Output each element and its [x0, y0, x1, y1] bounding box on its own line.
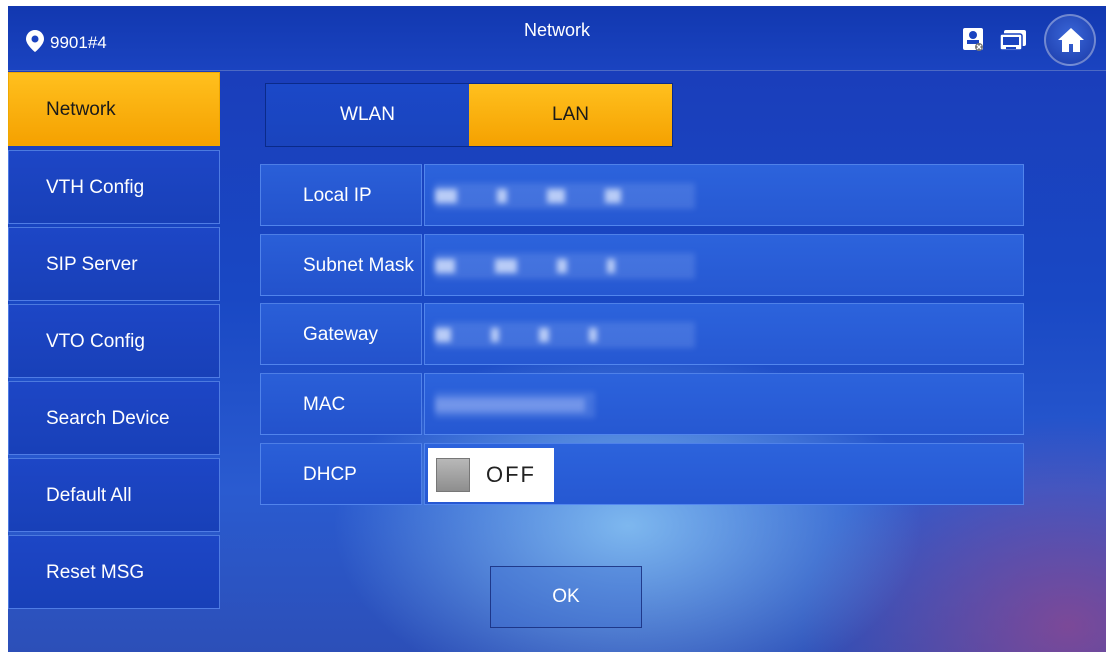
dhcp-toggle-state: OFF: [486, 462, 536, 487]
sidebar-item-vto-config[interactable]: VTO Config: [8, 304, 220, 378]
subnet-mask-field[interactable]: [424, 234, 1024, 296]
contact-status-icon[interactable]: [963, 28, 985, 52]
tab-wlan[interactable]: WLAN: [266, 84, 469, 146]
dhcp-toggle[interactable]: OFF: [428, 448, 554, 502]
sidebar-item-vth-config[interactable]: VTH Config: [8, 150, 220, 224]
page-title: Network: [523, 20, 590, 40]
home-icon: [1058, 28, 1084, 52]
gateway-label: Gateway: [260, 303, 422, 365]
top-bar: 9901#4 Network: [8, 6, 1106, 71]
redacted-value: [435, 392, 595, 418]
monitor-icon[interactable]: [1000, 30, 1026, 52]
dhcp-field: OFF: [424, 443, 1024, 505]
mac-label: MAC: [260, 373, 422, 435]
subnet-mask-row: Subnet Mask: [260, 234, 1024, 296]
subnet-mask-label: Subnet Mask: [260, 234, 422, 296]
sidebar-item-sip-server[interactable]: SIP Server: [8, 227, 220, 301]
redacted-value: [435, 322, 695, 348]
sidebar-item-search-device[interactable]: Search Device: [8, 381, 220, 455]
ok-button[interactable]: OK: [490, 566, 642, 628]
mac-field: [424, 373, 1024, 435]
redacted-value: [435, 253, 695, 279]
gateway-row: Gateway: [260, 303, 1024, 365]
screen: 9901#4 Network Network VTH Config SIP Se…: [8, 6, 1106, 652]
toggle-knob: [436, 458, 470, 492]
local-ip-label: Local IP: [260, 164, 422, 226]
redacted-value: [435, 183, 695, 209]
home-button[interactable]: [1044, 14, 1096, 66]
local-ip-row: Local IP: [260, 164, 1024, 226]
dhcp-row: DHCP OFF: [260, 443, 1024, 505]
mac-row: MAC: [260, 373, 1024, 435]
tab-lan[interactable]: LAN: [469, 84, 672, 146]
dhcp-label: DHCP: [260, 443, 422, 505]
sidebar-item-network[interactable]: Network: [8, 72, 220, 146]
network-tabs: WLAN LAN: [265, 83, 673, 147]
sidebar-item-reset-msg[interactable]: Reset MSG: [8, 535, 220, 609]
gateway-field[interactable]: [424, 303, 1024, 365]
sidebar-item-default-all[interactable]: Default All: [8, 458, 220, 532]
local-ip-field[interactable]: [424, 164, 1024, 226]
